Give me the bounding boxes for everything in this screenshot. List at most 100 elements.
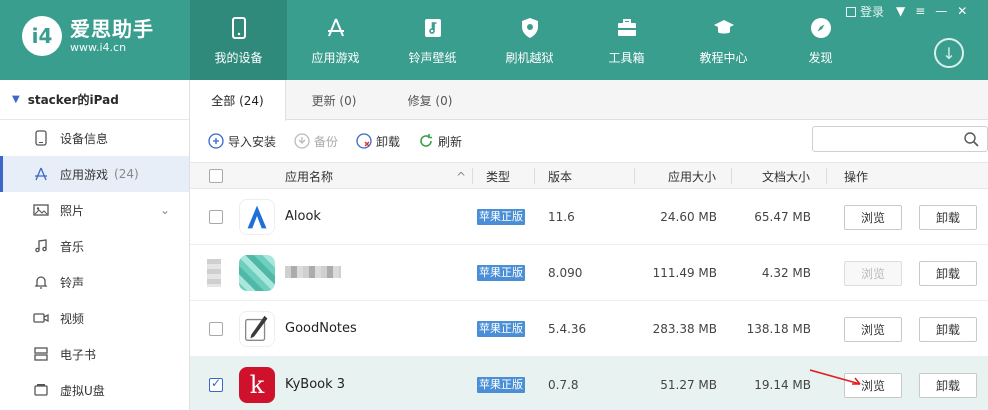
browse-button[interactable]: 浏览 bbox=[844, 261, 902, 286]
graduation-cap-icon bbox=[711, 15, 737, 41]
sidebar-item-device-info[interactable]: 设备信息 bbox=[0, 120, 189, 156]
backup-button[interactable]: 备份 bbox=[294, 133, 338, 150]
uninstall-toolbar-button[interactable]: 卸载 bbox=[356, 133, 400, 150]
blurred-app-icon bbox=[239, 255, 275, 291]
nav-flash-jailbreak[interactable]: 刷机越狱 bbox=[481, 0, 578, 80]
usb-drive-icon bbox=[32, 381, 50, 399]
refresh-icon bbox=[418, 133, 434, 149]
main-nav: 我的设备 应用游戏 铃声壁纸 刷机越狱 工具箱 教程中心 发现 bbox=[190, 0, 869, 80]
sort-arrow-icon[interactable]: ^ bbox=[456, 163, 466, 190]
search-input[interactable] bbox=[812, 126, 988, 152]
music-icon bbox=[32, 237, 50, 255]
doc-size: 19.14 MB bbox=[754, 378, 811, 392]
device-header[interactable]: ▼ stacker的iPad bbox=[0, 80, 189, 120]
uninstall-button[interactable]: 卸载 bbox=[919, 261, 977, 286]
table-row[interactable]: Alook 苹果正版 11.6 24.60 MB 65.47 MB 浏览 卸载 bbox=[190, 189, 988, 245]
type-badge: 苹果正版 bbox=[477, 321, 525, 337]
sidebar-item-ebooks[interactable]: 电子书 bbox=[0, 336, 189, 372]
nav-ringtones-wallpapers[interactable]: 铃声壁纸 bbox=[384, 0, 481, 80]
app-version: 8.090 bbox=[548, 266, 583, 280]
tab-bar: 全部 (24) 更新 (0) 修复 (0) bbox=[190, 80, 988, 121]
nav-toolbox[interactable]: 工具箱 bbox=[578, 0, 675, 80]
backup-icon bbox=[294, 133, 310, 149]
table-row[interactable]: 苹果正版 8.090 111.49 MB 4.32 MB 浏览 卸载 bbox=[190, 245, 988, 301]
browse-button[interactable]: 浏览 bbox=[844, 317, 902, 342]
doc-size: 65.47 MB bbox=[754, 210, 811, 224]
logo-mark: i4 bbox=[22, 16, 62, 56]
sidebar-item-apps-games[interactable]: 应用游戏 (24) bbox=[0, 156, 189, 192]
download-icon[interactable]: ↓ bbox=[934, 38, 964, 68]
toolbox-icon bbox=[614, 15, 640, 41]
uninstall-button[interactable]: 卸载 bbox=[919, 205, 977, 230]
chevron-down-icon[interactable]: ⌄ bbox=[160, 203, 170, 217]
sidebar-item-virtual-usb[interactable]: 虚拟U盘 bbox=[0, 372, 189, 408]
app-version: 0.7.8 bbox=[548, 378, 579, 392]
app-version: 5.4.36 bbox=[548, 322, 587, 336]
device-name: stacker的iPad bbox=[27, 93, 119, 107]
nav-tutorial-center[interactable]: 教程中心 bbox=[675, 0, 772, 80]
import-icon bbox=[208, 133, 224, 149]
logo-title: 爱思助手 bbox=[70, 17, 154, 41]
phone-icon bbox=[226, 15, 252, 41]
row-checkbox[interactable] bbox=[209, 376, 223, 392]
menu-icon[interactable]: ≡ bbox=[915, 4, 925, 18]
compass-icon bbox=[808, 15, 834, 41]
tab-repair[interactable]: 修复 (0) bbox=[382, 80, 478, 120]
type-badge: 苹果正版 bbox=[477, 265, 525, 281]
table-row[interactable]: GoodNotes 苹果正版 5.4.36 283.38 MB 138.18 M… bbox=[190, 301, 988, 357]
app-version: 11.6 bbox=[548, 210, 575, 224]
sidebar-item-music[interactable]: 音乐 bbox=[0, 228, 189, 264]
tab-updates[interactable]: 更新 (0) bbox=[286, 80, 382, 120]
close-icon[interactable]: ✕ bbox=[957, 4, 967, 18]
video-icon bbox=[32, 309, 50, 327]
blurred-checkbox[interactable] bbox=[207, 259, 221, 287]
browse-button[interactable]: 浏览 bbox=[844, 205, 902, 230]
photo-icon bbox=[32, 201, 50, 219]
app-name: KyBook 3 bbox=[285, 377, 346, 392]
login-link[interactable]: 登录 bbox=[846, 3, 884, 20]
table-header: 应用名称 ^ 类型 版本 应用大小 文档大小 操作 bbox=[190, 162, 988, 189]
app-size: 111.49 MB bbox=[652, 266, 717, 280]
type-badge: 苹果正版 bbox=[477, 209, 525, 225]
app-store-icon bbox=[323, 15, 349, 41]
sidebar-item-photos[interactable]: 照片 ⌄ bbox=[0, 192, 189, 228]
main-content: 全部 (24) 更新 (0) 修复 (0) 导入安装 备份 卸载 刷新 应用名称… bbox=[190, 80, 988, 410]
sidebar-item-ringtones[interactable]: 铃声 bbox=[0, 264, 189, 300]
row-checkbox[interactable] bbox=[209, 322, 223, 336]
nav-my-device[interactable]: 我的设备 bbox=[190, 0, 287, 80]
nav-apps-games[interactable]: 应用游戏 bbox=[287, 0, 384, 80]
app-name: GoodNotes bbox=[285, 321, 357, 336]
shirt-icon[interactable]: ▼ bbox=[896, 4, 905, 18]
sidebar: ▼ stacker的iPad 设备信息 应用游戏 (24) 照片 ⌄ 音乐 铃声 bbox=[0, 80, 190, 410]
header-app-size[interactable]: 应用大小 bbox=[668, 163, 716, 190]
app-size: 24.60 MB bbox=[660, 210, 717, 224]
expand-triangle-icon: ▼ bbox=[12, 94, 20, 105]
blurred-app-name bbox=[285, 266, 341, 278]
refresh-button[interactable]: 刷新 bbox=[418, 133, 462, 150]
doc-size: 138.18 MB bbox=[746, 322, 811, 336]
kybook-app-icon: k bbox=[239, 367, 275, 403]
select-all-checkbox[interactable] bbox=[209, 169, 223, 183]
header-actions: 操作 bbox=[844, 170, 869, 184]
header-doc-size[interactable]: 文档大小 bbox=[762, 163, 810, 190]
tab-all[interactable]: 全部 (24) bbox=[190, 80, 286, 121]
goodnotes-app-icon bbox=[239, 311, 275, 347]
minimize-icon[interactable]: — bbox=[935, 4, 947, 18]
toolbar: 导入安装 备份 卸载 刷新 bbox=[190, 120, 988, 162]
header-app-name[interactable]: 应用名称 bbox=[285, 163, 333, 190]
import-install-button[interactable]: 导入安装 bbox=[208, 133, 276, 150]
header-type[interactable]: 类型 bbox=[486, 163, 510, 190]
uninstall-button[interactable]: 卸载 bbox=[919, 317, 977, 342]
bell-icon bbox=[32, 273, 50, 291]
app-size: 51.27 MB bbox=[660, 378, 717, 392]
sidebar-item-videos[interactable]: 视频 bbox=[0, 300, 189, 336]
window-controls: ▼ ≡ — ✕ bbox=[896, 4, 967, 18]
logo: i4 爱思助手 www.i4.cn bbox=[22, 16, 154, 56]
logo-url: www.i4.cn bbox=[70, 41, 127, 54]
device-info-icon bbox=[32, 129, 50, 147]
header-version[interactable]: 版本 bbox=[548, 163, 572, 190]
row-checkbox[interactable] bbox=[209, 210, 223, 224]
uninstall-button[interactable]: 卸载 bbox=[919, 373, 977, 398]
app-icon bbox=[32, 165, 50, 183]
app-name: Alook bbox=[285, 209, 321, 224]
